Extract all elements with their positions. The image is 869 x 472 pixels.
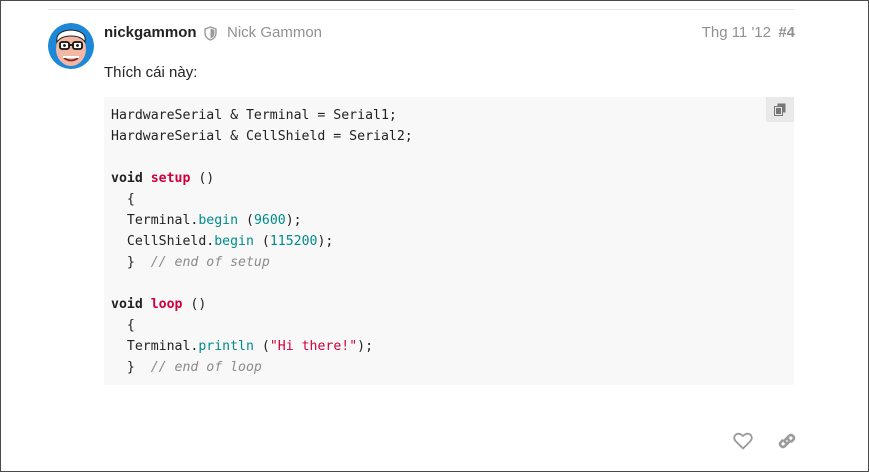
code-line: HardwareSerial & Terminal = Serial1; xyxy=(111,105,413,126)
post-container: nickgammon Nick Gammon Thg 11 '12 #4 Thí… xyxy=(0,0,869,472)
user-full-name: Nick Gammon xyxy=(227,24,323,41)
code-token-plain: () xyxy=(190,171,215,186)
code-token-plain: HardwareSerial & Terminal = Serial1; xyxy=(111,108,397,123)
code-token-comment: // end of setup xyxy=(150,255,270,270)
code-token-plain: } xyxy=(111,255,151,270)
user-avatar[interactable] xyxy=(48,23,94,69)
code-line: } // end of loop xyxy=(111,357,413,378)
code-token-comment: // end of loop xyxy=(150,360,262,375)
post-number[interactable]: #4 xyxy=(778,23,795,43)
code-content: HardwareSerial & Terminal = Serial1; Hard… xyxy=(111,105,413,378)
post-divider xyxy=(48,9,795,10)
post-body-text: Thích cái này: xyxy=(104,64,198,81)
code-token-kw: void xyxy=(111,171,143,186)
code-token-plain: Terminal. xyxy=(111,213,199,228)
code-token-plain: () xyxy=(182,297,207,312)
code-token-plain: { xyxy=(111,192,135,207)
username-link[interactable]: nickgammon xyxy=(104,23,197,43)
code-line: } // end of setup xyxy=(111,252,413,273)
code-token-method: begin xyxy=(214,234,254,249)
code-line: HardwareSerial & CellShield = Serial2; xyxy=(111,126,413,147)
code-token-num: 115200 xyxy=(269,234,318,249)
share-link-button[interactable] xyxy=(771,427,803,455)
code-token-plain: CellShield. xyxy=(111,234,215,249)
heart-icon xyxy=(733,432,753,450)
code-token-plain: ( xyxy=(253,339,270,354)
code-token-fn: setup xyxy=(150,171,191,186)
copy-icon xyxy=(774,103,786,116)
post-date-link[interactable]: Thg 11 '12 xyxy=(702,23,771,43)
like-button[interactable] xyxy=(727,427,759,455)
post-header: nickgammon Nick Gammon Thg 11 '12 #4 xyxy=(104,23,795,43)
code-token-plain: ); xyxy=(317,234,334,249)
cartoon-avatar-icon xyxy=(48,23,94,69)
code-token-method: begin xyxy=(198,213,239,228)
shield-icon xyxy=(204,26,217,41)
code-token-method: println xyxy=(198,339,254,354)
code-token-plain: Terminal. xyxy=(111,339,199,354)
code-token-plain: ); xyxy=(357,339,374,354)
code-line: { xyxy=(111,315,413,336)
code-token-plain: } xyxy=(111,360,151,375)
code-line: Terminal.println ("Hi there!"); xyxy=(111,336,413,357)
code-line: void loop () xyxy=(111,294,413,315)
code-block: HardwareSerial & Terminal = Serial1; Hard… xyxy=(104,97,794,385)
copy-code-button[interactable] xyxy=(766,97,794,122)
code-line: void setup () xyxy=(111,168,413,189)
code-token-plain: ( xyxy=(238,213,254,228)
code-line: { xyxy=(111,189,413,210)
code-token-fn: loop xyxy=(150,297,183,312)
code-token-num: 9600 xyxy=(253,213,286,228)
code-token-plain: HardwareSerial & CellShield = Serial2; xyxy=(111,129,413,144)
post-actions xyxy=(727,427,807,455)
code-token-kw: void xyxy=(111,297,143,312)
code-line: Terminal.begin (9600); xyxy=(111,210,413,231)
code-token-plain: ); xyxy=(285,213,302,228)
code-line: CellShield.begin (115200); xyxy=(111,231,413,252)
code-token-plain: { xyxy=(111,318,135,333)
link-icon xyxy=(778,433,796,449)
code-token-str: "Hi there!" xyxy=(269,339,358,354)
code-token-plain: ( xyxy=(253,234,270,249)
